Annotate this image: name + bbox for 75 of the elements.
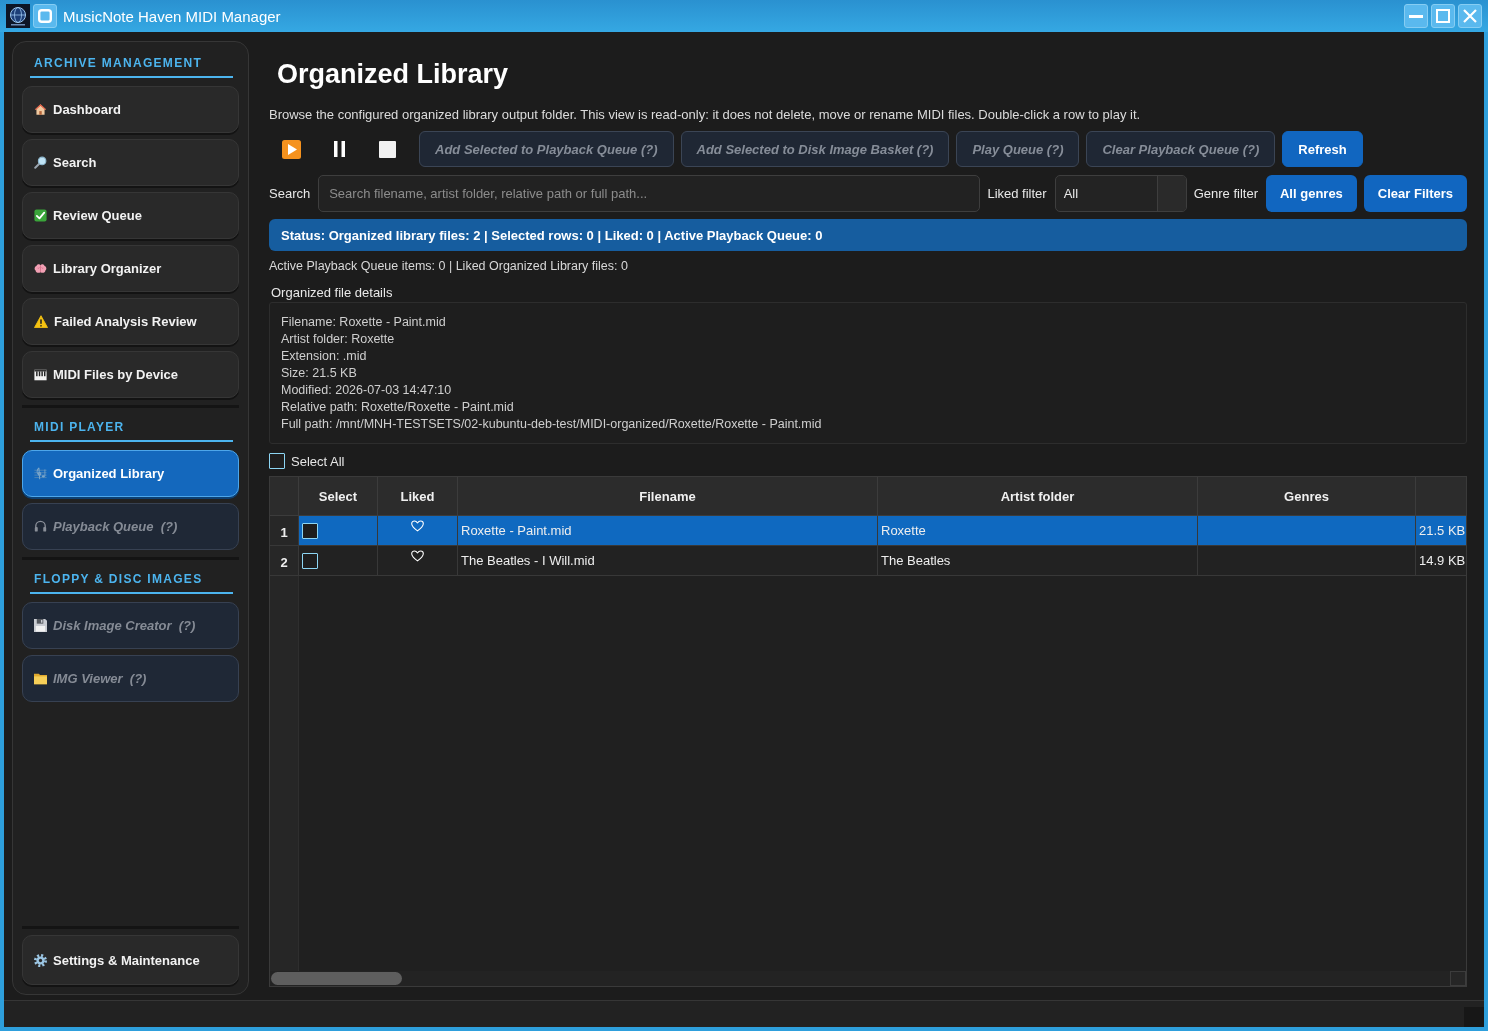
detail-line: Artist folder: Roxette: [281, 331, 395, 348]
sidebar-item[interactable]: Failed Analysis Review: [22, 298, 239, 345]
gear-icon: [34, 953, 47, 967]
sidebar-item[interactable]: MIDI Files by Device: [22, 351, 239, 398]
select-all-label[interactable]: Select All: [291, 453, 345, 469]
sidebar-item[interactable]: Review Queue: [22, 192, 239, 239]
detail-line: Modified: 2026-07-03 14:47:10: [281, 382, 452, 399]
play-icon: [281, 139, 301, 159]
brain-icon: [34, 263, 47, 274]
table-row[interactable]: 2 The Beatles - I Will.mid The Beatles 14.9 KB: [270, 546, 1466, 576]
minimize-button[interactable]: [1404, 4, 1428, 28]
genre-filter-label: Genre filter: [1193, 185, 1258, 201]
window-menu-button[interactable]: [33, 4, 57, 28]
page-title: Organized Library: [277, 58, 509, 91]
window-title: MusicNote Haven MIDI Manager: [63, 7, 282, 25]
queue-counts-text: Active Playback Queue items: 0 | Liked Organized Library files: 0: [269, 258, 628, 275]
minimize-icon: [1409, 14, 1423, 18]
column-header[interactable]: Genres: [1198, 477, 1416, 516]
section-heading: MIDI PLAYER: [30, 418, 233, 442]
table-row[interactable]: 1 Roxette - Paint.mid Roxette 21.5 KB: [270, 516, 1466, 546]
sidebar-item[interactable]: Search: [22, 139, 239, 186]
genre-filter-button[interactable]: All genres: [1266, 174, 1357, 212]
column-header[interactable]: Select: [299, 477, 378, 516]
table-cell: The Beatles - I Will.mid: [458, 546, 878, 576]
maximize-button[interactable]: [1431, 4, 1455, 28]
maximize-icon: [1436, 9, 1450, 23]
piano-keys-icon: [34, 368, 47, 381]
stop-icon: [378, 140, 396, 158]
section-heading: ARCHIVE MANAGEMENT: [30, 54, 233, 78]
table-cell: 14.9 KB: [1416, 546, 1466, 576]
column-header[interactable]: Artist folder: [878, 477, 1198, 516]
table-corner[interactable]: [270, 477, 299, 516]
folder-icon: [34, 672, 47, 685]
magnifier-icon: [34, 156, 47, 169]
details-heading: Organized file details: [271, 284, 393, 301]
check-icon: [34, 209, 47, 222]
warning-icon: [34, 315, 48, 328]
search-label: Search: [269, 185, 311, 201]
detail-line: Size: 21.5 KB: [281, 365, 357, 382]
row-number: 1: [270, 516, 299, 546]
clear-filters-button[interactable]: Clear Filters: [1363, 174, 1467, 212]
horizontal-scrollbar[interactable]: [270, 971, 1466, 986]
detail-line: Full path: /mnt/MNH-TESTSETS/02-kubuntu-deb-test/MIDI-organized/Roxette/Roxette - Paint.mid: [281, 416, 822, 433]
music-staff-icon: [34, 467, 47, 480]
column-header[interactable]: Liked: [378, 477, 458, 516]
close-icon: [1463, 9, 1477, 23]
liked-filter-label: Liked filter: [987, 185, 1047, 201]
heart-icon[interactable]: [411, 550, 424, 562]
select-all-checkbox[interactable]: [269, 453, 285, 469]
row-number: 2: [270, 546, 299, 576]
detail-line: Extension: .mid: [281, 348, 367, 365]
status-banner: Status: Organized library files: 2 | Selected rows: 0 | Liked: 0 | Active Playback Queue: 0: [269, 219, 1467, 251]
scrollbar-thumb[interactable]: [271, 972, 402, 985]
headphones-icon: [34, 520, 47, 533]
section-heading: FLOPPY & DISC IMAGES: [30, 570, 233, 594]
logo-icon: [6, 4, 30, 28]
row-checkbox[interactable]: [302, 522, 318, 539]
sidebar-item[interactable]: Library Organizer: [22, 245, 239, 292]
house-icon: [34, 103, 47, 116]
sidebar-item[interactable]: Dashboard: [22, 86, 239, 133]
search-field[interactable]: Search filename, artist folder, relative path or full path...: [318, 174, 981, 212]
liked-filter-dropdown[interactable]: All: [1054, 174, 1187, 212]
sidebar-item[interactable]: Organized Library: [22, 450, 239, 497]
table-cell: The Beatles: [878, 546, 1198, 576]
detail-line: Relative path: Roxette/Roxette - Paint.mid: [281, 399, 514, 416]
close-button[interactable]: [1458, 4, 1482, 28]
column-header[interactable]: Filename: [458, 477, 878, 516]
square-icon: [38, 9, 52, 23]
detail-line: Filename: Roxette - Paint.mid: [281, 314, 446, 331]
sidebar-item[interactable]: Settings & Maintenance: [22, 935, 239, 985]
description-text: Browse the configured organized library output folder. This view is read-only: it does not delete, move or rename MIDI files. Double-click a row to play it.: [269, 106, 1141, 124]
row-checkbox[interactable]: [302, 552, 318, 569]
toolbar-button[interactable]: Refresh: [1282, 131, 1363, 167]
resize-grip-icon[interactable]: [1464, 1007, 1484, 1027]
pause-icon: [333, 141, 345, 157]
